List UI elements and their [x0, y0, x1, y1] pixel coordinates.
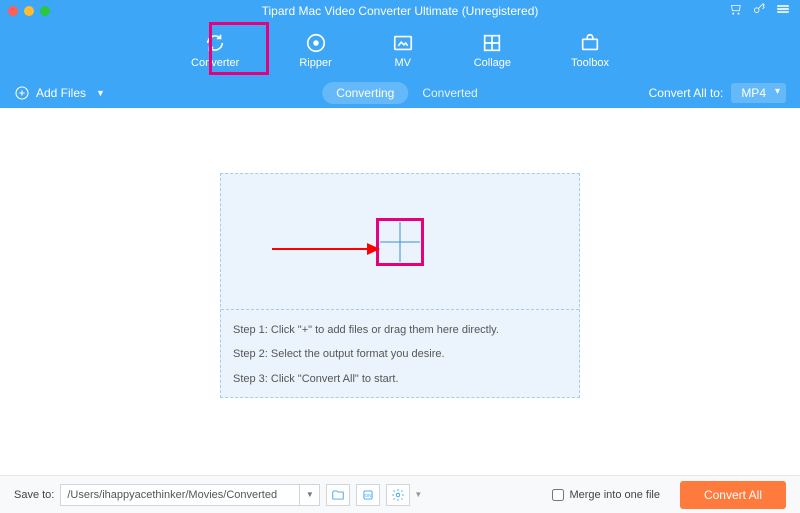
- nav-ripper-label: Ripper: [299, 57, 331, 69]
- save-path-dropdown-icon[interactable]: ▼: [299, 485, 319, 505]
- convert-all-to-label: Convert All to:: [649, 86, 724, 100]
- main-area: Step 1: Click "+" to add files or drag t…: [0, 108, 800, 475]
- toolbar: Add Files ▼ Converting Converted Convert…: [0, 78, 800, 108]
- window-title: Tipard Mac Video Converter Ultimate (Unr…: [262, 4, 539, 18]
- menu-icon[interactable]: [776, 2, 790, 21]
- nav-ripper[interactable]: Ripper: [289, 30, 341, 71]
- bottom-bar: Save to: /Users/ihappyacethinker/Movies/…: [0, 475, 800, 513]
- step-1: Step 1: Click "+" to add files or drag t…: [233, 324, 567, 336]
- output-format-dropdown[interactable]: MP4: [731, 83, 786, 103]
- merge-checkbox-group[interactable]: Merge into one file: [552, 489, 660, 501]
- add-files-button[interactable]: Add Files ▼: [14, 85, 105, 101]
- convert-all-to-group: Convert All to: MP4: [649, 83, 786, 103]
- nav-toolbox[interactable]: Toolbox: [561, 30, 619, 71]
- add-files-label: Add Files: [36, 86, 86, 100]
- nav-mv[interactable]: MV: [382, 30, 424, 71]
- settings-dropdown-caret[interactable]: ▼: [414, 490, 422, 499]
- top-nav: Converter Ripper MV Collage Toolbox: [0, 22, 800, 78]
- save-path-value: /Users/ihappyacethinker/Movies/Converted: [67, 489, 277, 501]
- nav-mv-label: MV: [394, 57, 411, 69]
- nav-toolbox-label: Toolbox: [571, 57, 609, 69]
- settings-button[interactable]: [386, 484, 410, 506]
- merge-checkbox[interactable]: [552, 489, 564, 501]
- minimize-window-button[interactable]: [24, 6, 34, 16]
- step-2: Step 2: Select the output format you des…: [233, 348, 567, 360]
- save-to-label: Save to:: [14, 489, 54, 501]
- nav-collage[interactable]: Collage: [464, 30, 521, 71]
- tab-converting[interactable]: Converting: [322, 82, 408, 104]
- close-window-button[interactable]: [8, 6, 18, 16]
- key-icon[interactable]: [752, 2, 766, 21]
- nav-converter-label: Converter: [191, 57, 239, 69]
- steps-panel: Step 1: Click "+" to add files or drag t…: [221, 309, 579, 399]
- title-bar-right: [728, 2, 790, 21]
- open-folder-button[interactable]: [326, 484, 350, 506]
- cart-icon[interactable]: [728, 2, 742, 21]
- gpu-accel-button[interactable]: ON: [356, 484, 380, 506]
- save-path-field[interactable]: /Users/ihappyacethinker/Movies/Converted…: [60, 484, 320, 506]
- convert-all-button[interactable]: Convert All: [680, 481, 786, 509]
- tab-converted[interactable]: Converted: [422, 86, 477, 100]
- step-3: Step 3: Click "Convert All" to start.: [233, 373, 567, 385]
- drop-zone[interactable]: [221, 174, 579, 309]
- svg-text:ON: ON: [365, 492, 372, 497]
- title-bar: Tipard Mac Video Converter Ultimate (Unr…: [0, 0, 800, 22]
- add-plus-button[interactable]: [380, 222, 420, 262]
- merge-label: Merge into one file: [569, 489, 660, 501]
- nav-converter[interactable]: Converter: [181, 30, 249, 71]
- nav-collage-label: Collage: [474, 57, 511, 69]
- add-files-dropdown-icon[interactable]: ▼: [96, 88, 105, 98]
- status-tabs: Converting Converted: [322, 82, 477, 104]
- drop-area[interactable]: Step 1: Click "+" to add files or drag t…: [220, 173, 580, 398]
- maximize-window-button[interactable]: [40, 6, 50, 16]
- output-format-value: MP4: [741, 86, 766, 100]
- window-controls: [8, 6, 50, 16]
